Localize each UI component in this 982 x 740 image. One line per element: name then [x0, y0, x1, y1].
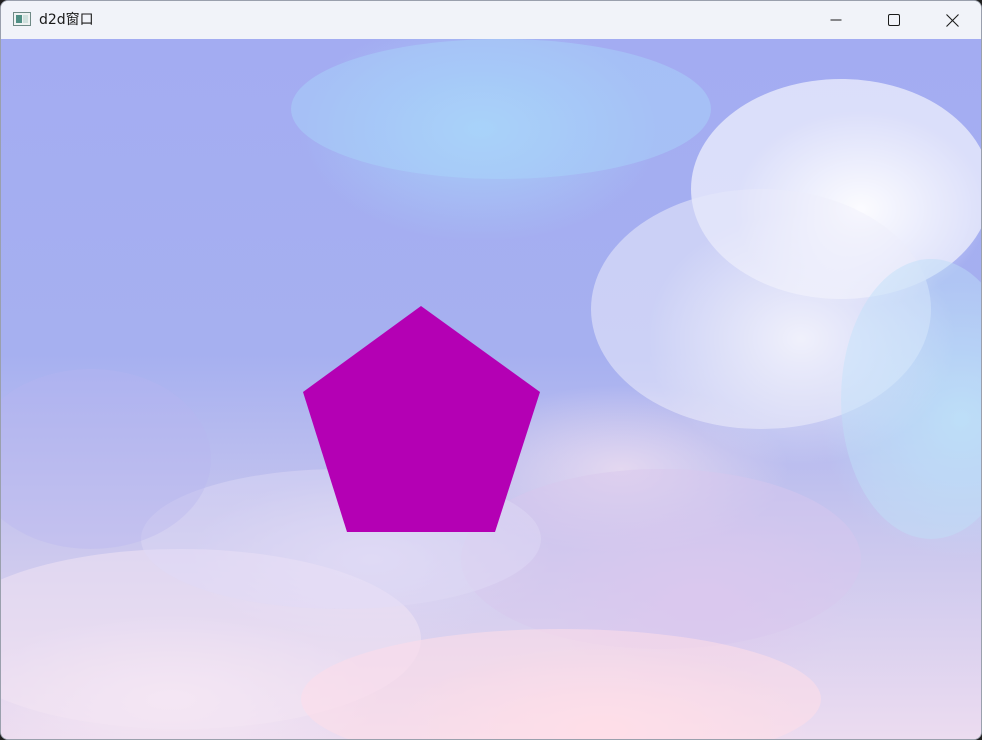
close-icon	[945, 13, 959, 27]
app-window: d2d窗口	[0, 0, 982, 740]
maximize-button[interactable]	[865, 1, 923, 39]
app-window-icon	[13, 12, 31, 26]
pentagon-shape	[303, 306, 540, 532]
window-title: d2d窗口	[39, 12, 94, 28]
minimize-button[interactable]	[807, 1, 865, 39]
close-button[interactable]	[923, 1, 981, 39]
minimize-icon	[830, 14, 842, 26]
maximize-icon	[888, 14, 900, 26]
canvas-scene	[1, 39, 981, 739]
title-bar[interactable]: d2d窗口	[1, 1, 981, 39]
d2d-canvas[interactable]	[1, 39, 981, 739]
